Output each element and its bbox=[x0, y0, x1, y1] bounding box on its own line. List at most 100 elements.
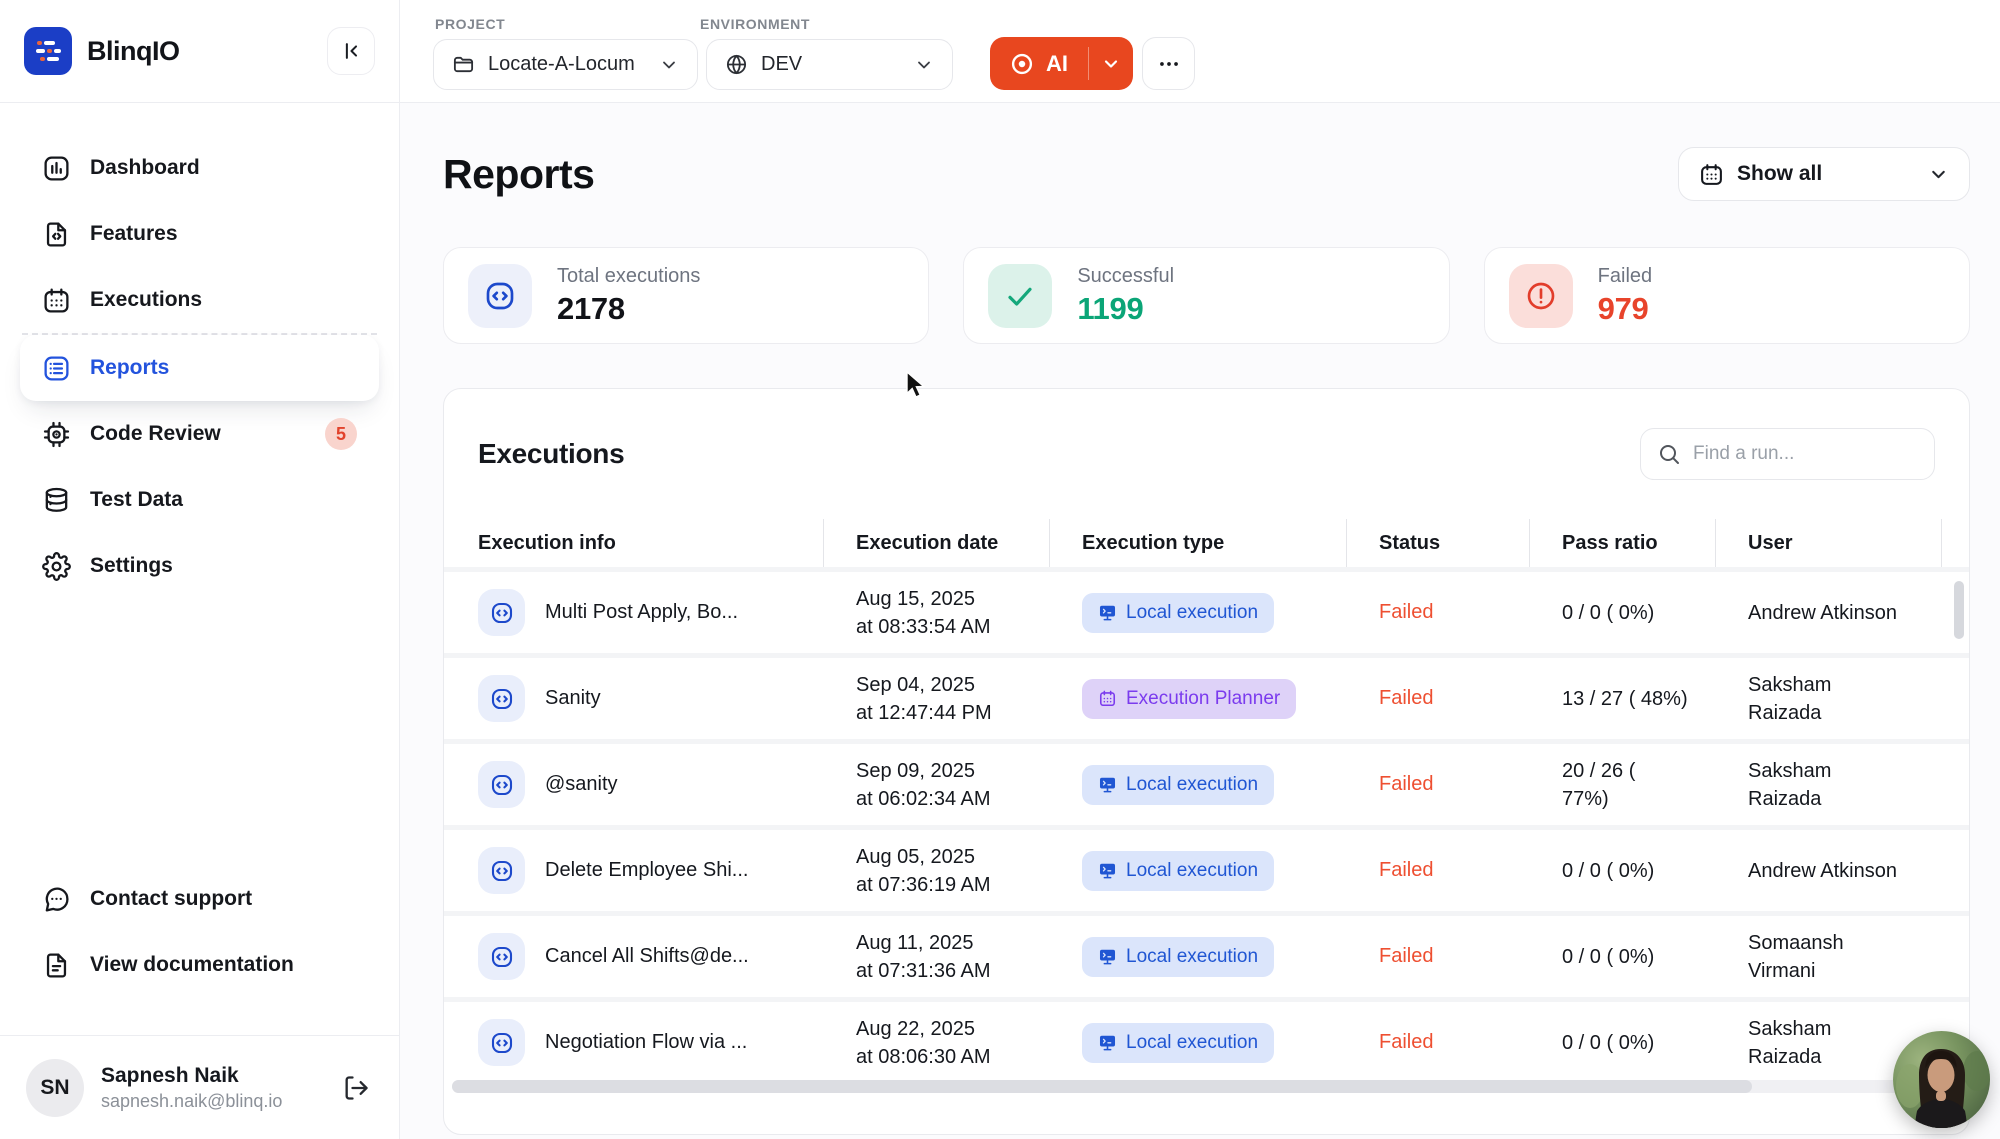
table-header-row: Execution info Execution date Execution … bbox=[444, 519, 1969, 567]
stat-value: 2178 bbox=[557, 291, 700, 327]
code-icon bbox=[478, 933, 525, 980]
logout-button[interactable] bbox=[339, 1071, 373, 1105]
sidebar-item-dashboard[interactable]: Dashboard bbox=[20, 135, 379, 201]
database-icon bbox=[42, 486, 71, 515]
search-icon bbox=[1657, 442, 1681, 466]
chevron-down-icon bbox=[659, 55, 679, 75]
sidebar-collapse-button[interactable] bbox=[327, 27, 375, 75]
execution-user: Andrew Atkinson bbox=[1716, 857, 1906, 885]
table-row[interactable]: Cancel All Shifts@de... Aug 11, 2025 at … bbox=[444, 911, 1969, 997]
column-header[interactable]: Execution info bbox=[444, 519, 824, 567]
monitor-icon bbox=[1098, 603, 1117, 622]
environment-select[interactable]: DEV bbox=[706, 39, 953, 90]
globe-icon bbox=[725, 53, 748, 76]
user-name: Sapnesh Naik bbox=[101, 1064, 282, 1088]
date-filter-select[interactable]: Show all bbox=[1678, 147, 1970, 201]
stats-row: Total executions 2178 Successful 1199 bbox=[443, 247, 1970, 344]
execution-type-badge: Local execution bbox=[1082, 765, 1274, 805]
page-title: Reports bbox=[443, 151, 594, 198]
execution-date: Aug 15, 2025 at 08:33:54 AM bbox=[824, 585, 1050, 641]
sidebar-item-executions[interactable]: Executions bbox=[20, 267, 379, 333]
code-icon bbox=[468, 264, 532, 328]
sidebar-item-label: Test Data bbox=[90, 488, 183, 512]
ai-button-main[interactable]: AI bbox=[990, 37, 1088, 90]
calendar-icon bbox=[1098, 689, 1117, 708]
table-row[interactable]: Negotiation Flow via ... Aug 22, 2025 at… bbox=[444, 997, 1969, 1083]
chat-bubble-icon bbox=[42, 885, 71, 914]
project-select[interactable]: Locate-A-Locum bbox=[433, 39, 698, 90]
execution-status: Failed bbox=[1347, 687, 1530, 710]
column-header[interactable]: Pass ratio bbox=[1530, 519, 1716, 567]
more-options-button[interactable] bbox=[1142, 37, 1195, 90]
ai-record-button[interactable]: AI bbox=[990, 37, 1133, 90]
stat-label: Successful bbox=[1077, 265, 1174, 288]
pass-ratio: 0 / 0 ( 0%) bbox=[1530, 943, 1690, 971]
sidebar-item-features[interactable]: Features bbox=[20, 201, 379, 267]
code-review-count-badge: 5 bbox=[325, 418, 357, 450]
main-content: Reports Show all Total executions 2178 bbox=[400, 103, 2000, 1139]
record-icon bbox=[1009, 51, 1035, 77]
run-search-input[interactable] bbox=[1693, 443, 1938, 465]
app-title: BlinqIO bbox=[87, 36, 180, 67]
table-row[interactable]: Delete Employee Shi... Aug 05, 2025 at 0… bbox=[444, 825, 1969, 911]
logo-row: BlinqIO bbox=[0, 0, 399, 103]
check-icon bbox=[988, 264, 1052, 328]
sidebar-item-code-review[interactable]: Code Review 5 bbox=[20, 401, 379, 467]
monitor-icon bbox=[1098, 1033, 1117, 1052]
stat-label: Failed bbox=[1598, 265, 1652, 288]
execution-status: Failed bbox=[1347, 945, 1530, 968]
project-select-group: PROJECT Locate-A-Locum bbox=[433, 16, 698, 90]
horizontal-scrollbar[interactable] bbox=[452, 1080, 1955, 1093]
ai-button-label: AI bbox=[1046, 51, 1068, 77]
column-header[interactable]: User bbox=[1716, 519, 1942, 567]
ellipsis-icon bbox=[1156, 51, 1182, 77]
sidebar-item-settings[interactable]: Settings bbox=[20, 533, 379, 599]
sidebar-item-label: Code Review bbox=[90, 422, 221, 446]
execution-status: Failed bbox=[1347, 773, 1530, 796]
ai-button-caret[interactable] bbox=[1089, 37, 1133, 90]
horizontal-scrollbar-thumb[interactable] bbox=[452, 1080, 1752, 1093]
execution-date: Aug 11, 2025 at 07:31:36 AM bbox=[824, 929, 1050, 985]
pass-ratio: 0 / 0 ( 0%) bbox=[1530, 1029, 1690, 1057]
monitor-icon bbox=[1098, 861, 1117, 880]
user-email: sapnesh.naik@blinq.io bbox=[101, 1091, 282, 1112]
app-root: BlinqIO Dashboard Features Executions Re… bbox=[0, 0, 2000, 1139]
support-chat-avatar[interactable] bbox=[1893, 1031, 1990, 1128]
execution-status: Failed bbox=[1347, 1031, 1530, 1054]
execution-name: Delete Employee Shi... bbox=[545, 859, 748, 882]
table-row[interactable]: Multi Post Apply, Bo... Aug 15, 2025 at … bbox=[444, 567, 1969, 653]
view-documentation-link[interactable]: View documentation bbox=[20, 932, 379, 998]
logout-icon bbox=[342, 1074, 370, 1102]
run-search[interactable] bbox=[1640, 428, 1935, 480]
execution-type-badge: Execution Planner bbox=[1082, 679, 1296, 719]
table-row[interactable]: @sanity Sep 09, 2025 at 06:02:34 AM Loca… bbox=[444, 739, 1969, 825]
execution-date: Sep 09, 2025 at 06:02:34 AM bbox=[824, 757, 1050, 813]
table-row[interactable]: Sanity Sep 04, 2025 at 12:47:44 PM Execu… bbox=[444, 653, 1969, 739]
document-icon bbox=[42, 951, 71, 980]
code-review-chip-icon bbox=[42, 420, 71, 449]
project-value: Locate-A-Locum bbox=[488, 53, 635, 76]
execution-status: Failed bbox=[1347, 601, 1530, 624]
column-header[interactable]: Status bbox=[1347, 519, 1530, 567]
stat-label: Total executions bbox=[557, 265, 700, 288]
chevron-down-icon bbox=[914, 55, 934, 75]
execution-type-badge: Local execution bbox=[1082, 1023, 1274, 1063]
stat-card-successful: Successful 1199 bbox=[963, 247, 1449, 344]
stat-text: Failed 979 bbox=[1598, 265, 1652, 327]
collapse-sidebar-icon bbox=[340, 40, 362, 62]
column-header[interactable]: Execution type bbox=[1050, 519, 1347, 567]
stat-text: Successful 1199 bbox=[1077, 265, 1174, 327]
column-header[interactable]: Execution date bbox=[824, 519, 1050, 567]
pass-ratio: 0 / 0 ( 0%) bbox=[1530, 857, 1690, 885]
execution-date: Aug 22, 2025 at 08:06:30 AM bbox=[824, 1015, 1050, 1071]
sidebar-nav: Dashboard Features Executions Reports Co… bbox=[0, 103, 399, 599]
sidebar-item-test-data[interactable]: Test Data bbox=[20, 467, 379, 533]
code-icon bbox=[478, 1019, 525, 1066]
blinqio-logo-icon bbox=[24, 27, 72, 75]
sidebar-item-reports[interactable]: Reports bbox=[20, 335, 379, 401]
vertical-scrollbar-thumb[interactable] bbox=[1954, 581, 1964, 639]
contact-support-link[interactable]: Contact support bbox=[20, 866, 379, 932]
user-section: SN Sapnesh Naik sapnesh.naik@blinq.io bbox=[0, 1035, 399, 1139]
stat-value: 1199 bbox=[1077, 291, 1174, 327]
executions-title: Executions bbox=[478, 438, 624, 470]
